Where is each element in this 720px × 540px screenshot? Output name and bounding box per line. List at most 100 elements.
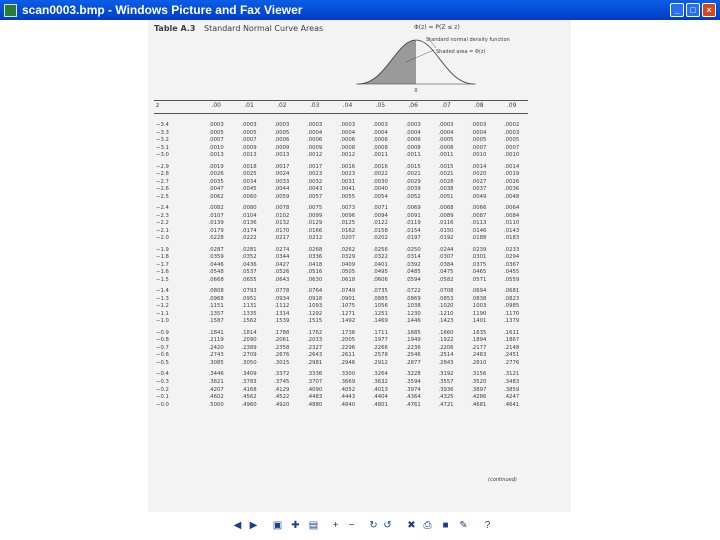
table-cell: .0427 (274, 261, 290, 268)
table-cell: .4602 (208, 394, 224, 401)
z-value: −1.6 (156, 269, 169, 276)
print-button[interactable]: ⎙ (422, 520, 433, 531)
table-cell: .0013 (274, 152, 290, 159)
table-cell: .0465 (471, 269, 487, 276)
save-button[interactable]: ■ (440, 520, 451, 531)
table-cell: .0080 (241, 205, 257, 212)
delete-button[interactable]: ✖ (406, 520, 417, 531)
z-value: −2.5 (156, 193, 169, 200)
table-cell: .3821 (208, 378, 224, 385)
column-header: .05 (375, 102, 386, 109)
table-cell: .1335 (241, 310, 257, 317)
table-cell: .4325 (438, 394, 454, 401)
table-cell: .0197 (405, 235, 421, 242)
table-row: −2.3 .0107 .0104 .0102 .0099 .0096 .0094 .0091.… (154, 213, 528, 221)
zoom-in-button[interactable]: + (330, 520, 341, 531)
table-cell: .0192 (438, 235, 454, 242)
table-cell: .0016 (339, 163, 356, 170)
table-cell: .0057 (307, 193, 323, 200)
table-cell: .0174 (241, 227, 257, 234)
z-value: −1.4 (156, 288, 169, 295)
table-cell: .0968 (208, 295, 224, 302)
table-row: −2.6 .0047 .0045 .0044 .0043 .0041 .0040 .0039.… (154, 186, 528, 194)
table-cell: .0571 (471, 276, 487, 283)
table-cell: .0336 (307, 254, 323, 261)
minimize-button[interactable]: _ (670, 3, 684, 17)
table-cell: .0778 (274, 288, 290, 295)
table-cell: .1357 (208, 310, 224, 317)
actual-size-button[interactable]: ✚ (290, 520, 301, 531)
table-cell: .0526 (274, 269, 290, 276)
table-cell: .0008 (438, 144, 454, 151)
table-row: −3.3 .0005 .0005 .0005 .0004 .0004 .0004 .0004.… (154, 130, 528, 138)
table-cell: .0013 (241, 152, 257, 159)
table-cell: .0188 (471, 235, 487, 242)
table-cell: .1894 (471, 337, 487, 344)
table-cell: .1112 (274, 303, 290, 310)
table-cell: .3085 (208, 359, 224, 366)
table-cell: .0582 (438, 276, 454, 283)
table-cell: .0655 (241, 276, 257, 283)
table-cell: .0708 (438, 288, 454, 295)
table-row: −3.0 .0013 .0013 .0013 .0012 .0012 .0011 .0011.… (154, 152, 528, 160)
column-header: .04 (342, 102, 353, 109)
table-cell: .0003 (208, 122, 224, 128)
table-cell: .2843 (438, 359, 454, 366)
table-cell: .1841 (208, 329, 224, 336)
table-cell: .4286 (471, 394, 487, 401)
table-cell: .1515 (307, 318, 323, 325)
table-cell: .2119 (208, 337, 224, 344)
table-cell: .0005 (438, 137, 454, 144)
table-cell: .0018 (241, 163, 257, 170)
close-button[interactable]: × (702, 3, 716, 17)
table-cell: .0885 (372, 295, 388, 302)
table-row: −1.4 .0808 .0793 .0778 .0764 .0749 .0735 .0722.… (154, 288, 528, 296)
zoom-out-button[interactable]: − (346, 520, 357, 531)
table-body: −3.4 .0003 .0003 .0003 .0003 .0003 .0003 .0003.… (154, 122, 528, 409)
table-cell: .0003 (372, 122, 388, 128)
app-icon[interactable] (4, 3, 17, 17)
table-cell: .0040 (372, 186, 388, 193)
slideshow-button[interactable]: ▤ (308, 520, 319, 531)
table-cell: .4207 (208, 386, 224, 393)
z-value: −2.9 (156, 163, 169, 170)
z-value: −2.8 (156, 171, 169, 178)
next-image-button[interactable]: ▶ (248, 520, 259, 531)
table-cell: .1379 (504, 318, 520, 325)
edit-button[interactable]: ✎ (458, 520, 469, 531)
table-cell: .4522 (274, 394, 290, 401)
table-cell: .0250 (405, 246, 421, 253)
table-cell: .3156 (471, 371, 487, 378)
rotate-counterclockwise-button[interactable]: ↺ (382, 520, 393, 531)
table-cell: .4168 (241, 386, 257, 393)
table-cell: .0418 (307, 261, 323, 268)
column-header: .01 (244, 102, 254, 109)
table-cell: .2514 (438, 352, 454, 359)
table-cell: .2743 (208, 352, 224, 359)
rotate-clockwise-button[interactable]: ↻ (368, 520, 379, 531)
table-cell: .3897 (471, 386, 487, 393)
table-cell: .0154 (405, 227, 421, 234)
table-cell: .1587 (208, 318, 224, 325)
table-cell: .1292 (307, 310, 323, 317)
best-fit-button[interactable]: ▣ (272, 520, 283, 531)
table-cell: .0143 (504, 227, 520, 234)
table-cell: .0011 (438, 152, 454, 159)
help-button[interactable]: ? (482, 520, 493, 531)
table-cell: .3936 (438, 386, 454, 393)
z-value: −2.6 (156, 186, 169, 193)
table-cell: .0055 (339, 193, 356, 200)
title-bar: scan0003.bmp - Windows Picture and Fax V… (0, 0, 720, 20)
table-cell: .1170 (504, 310, 520, 317)
table-cell: .0084 (504, 212, 520, 219)
table-cell: .0384 (438, 261, 454, 268)
table-cell: .0823 (504, 295, 520, 302)
z-value: −3.3 (156, 129, 169, 136)
maximize-button[interactable]: □ (686, 3, 700, 17)
table-cell: .0132 (274, 220, 290, 227)
z-value: −1.2 (156, 303, 169, 310)
table-cell: .0166 (307, 227, 323, 234)
table-cell: .0024 (274, 171, 290, 178)
previous-image-button[interactable]: ◀ (232, 520, 243, 531)
table-cell: .0017 (307, 163, 323, 170)
